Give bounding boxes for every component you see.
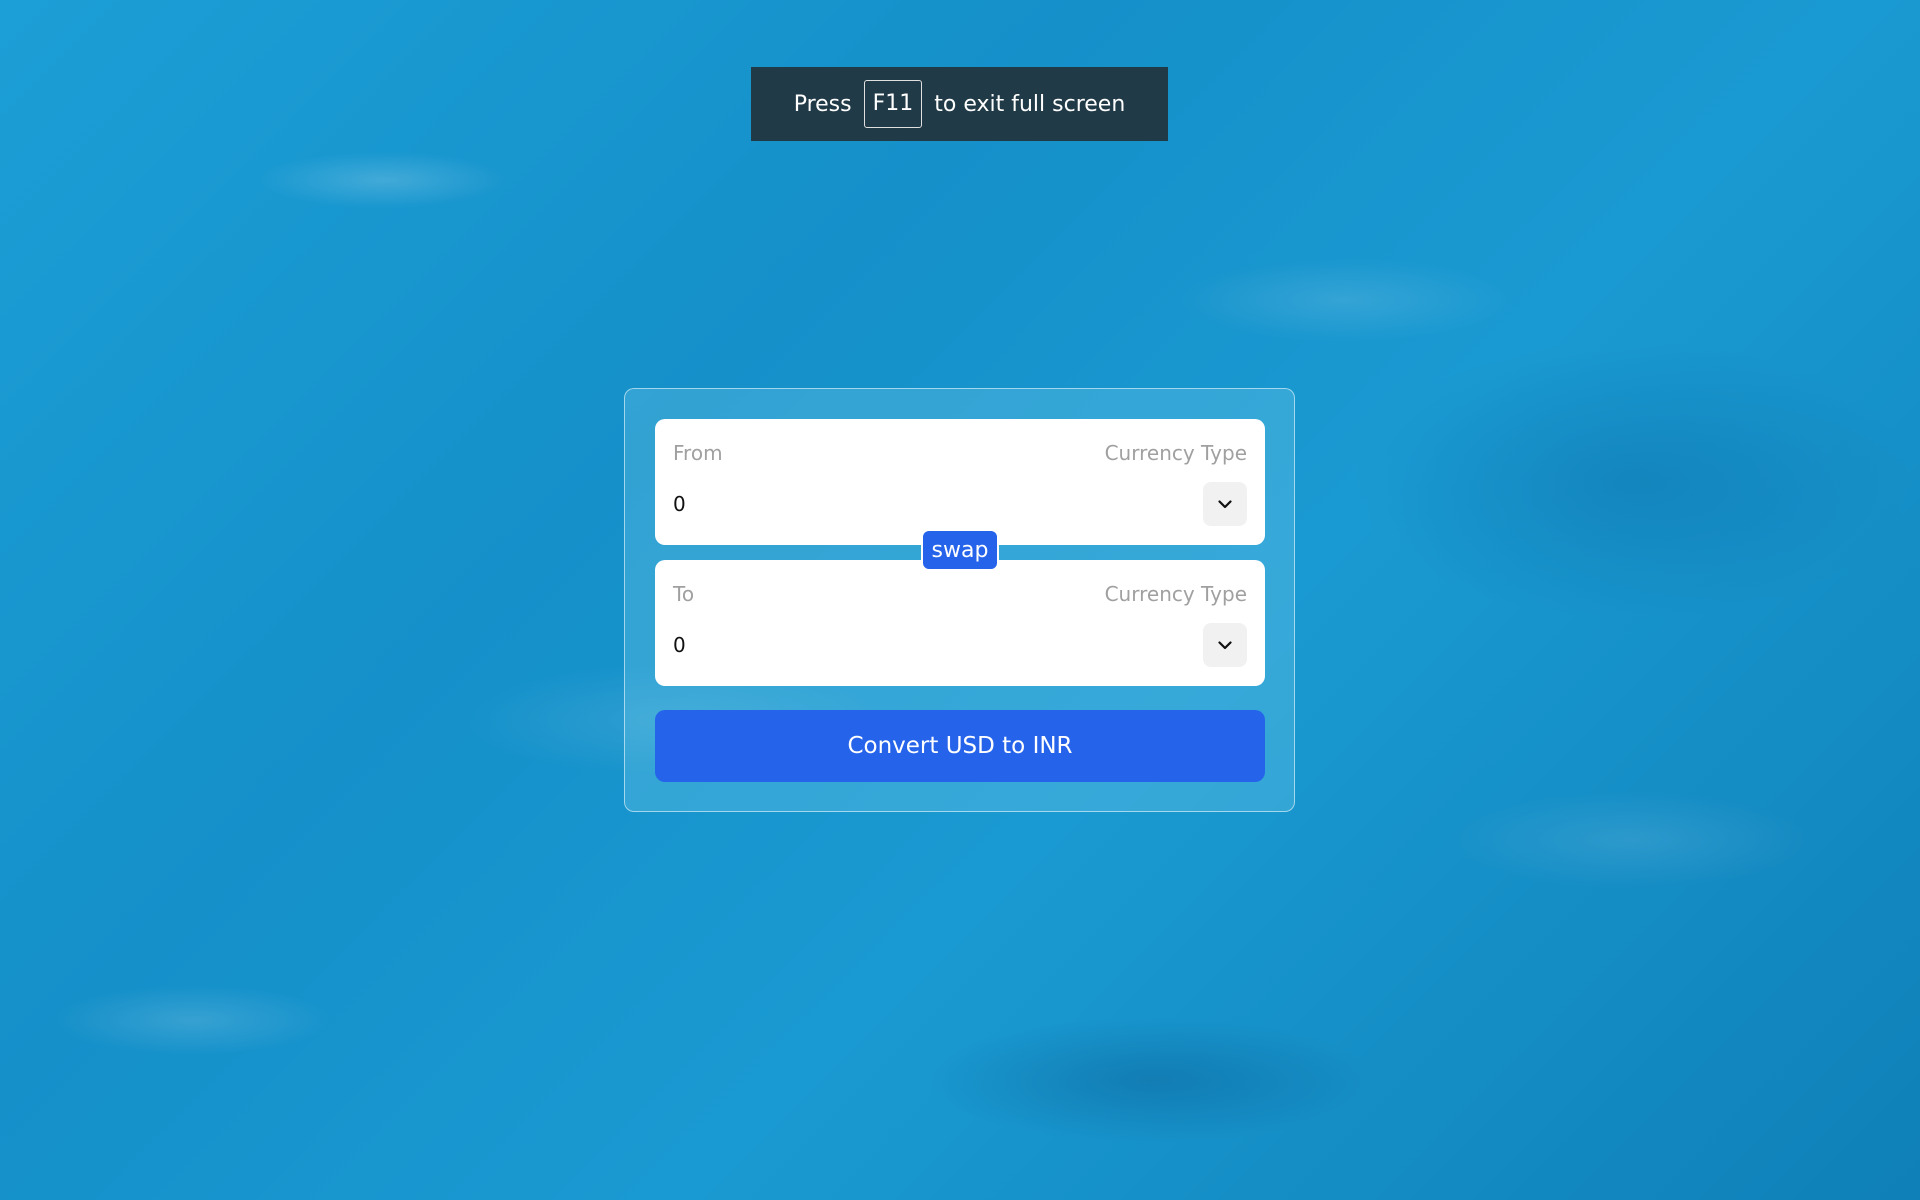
to-currency-type-label: Currency Type	[1104, 582, 1247, 606]
to-currency-select[interactable]	[1203, 623, 1247, 667]
swap-button[interactable]: swap	[921, 529, 999, 571]
currency-converter-card: From Currency Type To Currency Type swap…	[624, 388, 1295, 812]
from-amount-input[interactable]	[673, 489, 1093, 519]
fullscreen-suffix-text: to exit full screen	[934, 91, 1126, 117]
from-label: From	[673, 441, 723, 465]
chevron-down-icon	[1218, 640, 1232, 649]
to-box: To Currency Type	[655, 560, 1265, 686]
to-amount-input[interactable]	[673, 630, 1093, 660]
from-currency-type-label: Currency Type	[1104, 441, 1247, 465]
from-box: From Currency Type	[655, 419, 1265, 545]
to-label: To	[673, 582, 695, 606]
convert-button[interactable]: Convert USD to INR	[655, 710, 1265, 782]
fullscreen-prefix-text: Press	[793, 91, 852, 117]
chevron-down-icon	[1218, 499, 1232, 508]
fullscreen-exit-banner: Press F11 to exit full screen	[751, 67, 1168, 141]
f11-key-badge: F11	[863, 80, 923, 128]
from-currency-select[interactable]	[1203, 482, 1247, 526]
